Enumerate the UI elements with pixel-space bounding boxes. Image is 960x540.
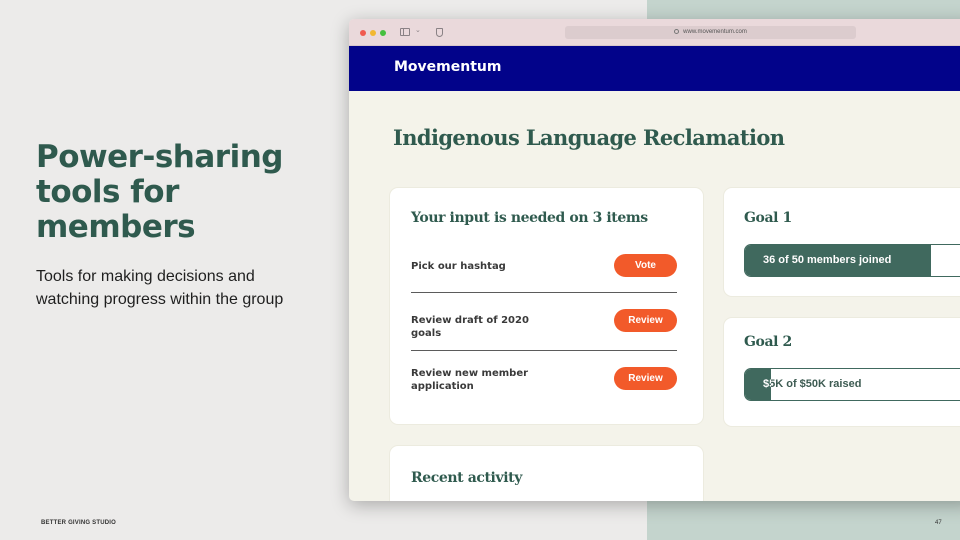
page-title: Indigenous Language Reclamation: [393, 125, 785, 150]
review-button[interactable]: Review: [614, 309, 677, 332]
shield-icon[interactable]: [436, 28, 443, 37]
progress-clip: 36 of 50 members joined: [745, 245, 931, 276]
app-logo[interactable]: Movementum: [394, 59, 501, 75]
task-row: Review new member application Review: [411, 367, 677, 395]
progress-label: $5K of $50K raised: [763, 378, 862, 390]
goal-heading: Goal 1: [744, 210, 792, 226]
progress-label-overlay: $5K of $50K raised: [763, 378, 771, 390]
page-number: 47: [935, 520, 942, 526]
task-label: Review new member application: [411, 368, 529, 392]
close-dot-icon[interactable]: [360, 30, 366, 36]
url-text: www.movementum.com: [683, 29, 747, 35]
goal-progress-bar: $5K of $50K raised $5K of $50K raised: [744, 368, 960, 401]
divider: [411, 350, 677, 351]
goal-card: Goal 2 $5K of $50K raised $5K of $50K ra…: [723, 317, 960, 427]
minimize-dot-icon[interactable]: [370, 30, 376, 36]
address-bar[interactable]: www.movementum.com: [565, 26, 856, 39]
task-row: Pick our hashtag Vote: [411, 254, 677, 278]
input-needed-card: Your input is needed on 3 items Pick our…: [389, 187, 704, 425]
footer-brand: BETTER GIVING STUDIO: [41, 520, 117, 526]
lock-icon: [674, 29, 680, 34]
browser-window: ⌄ www.movementum.com Movementum Indigeno…: [349, 19, 960, 501]
goal-heading: Goal 2: [744, 334, 792, 350]
goal-card: Goal 1 36 of 50 members joined 36 of 50 …: [723, 187, 960, 297]
slide-title: Power-sharing tools for members: [36, 139, 283, 245]
activity-card-heading: Recent activity: [411, 470, 522, 486]
task-label: Review draft of 2020 goals: [411, 315, 529, 339]
task-row: Review draft of 2020 goals Review: [411, 309, 677, 339]
progress-label-overlay: 36 of 50 members joined: [763, 254, 892, 266]
task-label: Pick our hashtag: [411, 261, 506, 272]
review-button[interactable]: Review: [614, 367, 677, 390]
recent-activity-card: Recent activity: [389, 445, 704, 501]
browser-toolbar: ⌄ www.movementum.com: [349, 19, 960, 46]
chevron-down-icon[interactable]: ⌄: [415, 26, 421, 34]
slide-subtitle: Tools for making decisions and watching …: [36, 268, 284, 308]
vote-button[interactable]: Vote: [614, 254, 677, 277]
divider: [411, 292, 677, 293]
sidebar-toggle-icon[interactable]: [400, 28, 410, 36]
app-header: Movementum: [349, 46, 960, 91]
progress-clip: $5K of $50K raised: [745, 369, 771, 400]
zoom-dot-icon[interactable]: [380, 30, 386, 36]
input-card-heading: Your input is needed on 3 items: [411, 210, 648, 226]
goal-progress-bar: 36 of 50 members joined 36 of 50 members…: [744, 244, 960, 277]
